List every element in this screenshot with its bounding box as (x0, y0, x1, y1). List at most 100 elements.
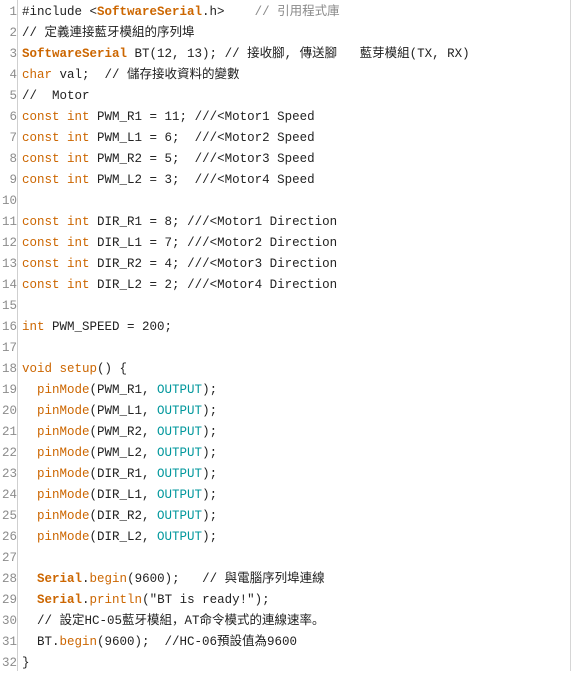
code-token: int (67, 257, 90, 271)
code-line[interactable]: 30 // 設定HC-05藍牙模組，AT命令模式的連線速率。 (0, 611, 571, 632)
code-line[interactable]: 1 #include <SoftwareSerial.h> // 引用程式庫 (0, 2, 571, 23)
code-token: (DIR_L2, (89, 530, 158, 544)
line-number: 25 (1, 509, 17, 523)
code-token: pinMode (37, 446, 90, 460)
code-token: (DIR_L1, (89, 488, 158, 502)
code-token: (DIR_R1, (89, 467, 158, 481)
code-line[interactable]: 11 const int DIR_R1 = 8; ///<Motor1 Direc… (0, 212, 571, 233)
code-line[interactable]: 7 const int PWM_L1 = 6; ///<Motor2 Speed (0, 128, 571, 149)
code-token: int (67, 215, 90, 229)
code-line[interactable]: 19 pinMode(PWM_R1, OUTPUT); (0, 380, 571, 401)
code-token: // 與電腦序列埠連線 (202, 572, 325, 586)
line-number: 26 (1, 530, 17, 544)
code-token: ); (202, 467, 218, 481)
code-line[interactable]: 3 SoftwareSerial BT(12, 13); // 接收腳, 傳送腳 … (0, 44, 571, 65)
code-token: (PWM_R2, (89, 425, 158, 439)
line-number: 29 (1, 593, 17, 607)
line-number: 20 (1, 404, 17, 418)
code-line[interactable]: 8 const int PWM_R2 = 5; ///<Motor3 Speed (0, 149, 571, 170)
code-token: // 接收腳, 傳送腳 藍芽模組(TX, RX) (224, 47, 470, 61)
code-text: const int DIR_R2 = 4; ///<Motor3 Directi… (22, 254, 337, 275)
code-token: (9600); (127, 572, 203, 586)
code-token: pinMode (37, 383, 90, 397)
code-line[interactable]: 4 char val; // 儲存接收資料的變數 (0, 65, 571, 86)
code-line[interactable]: 12 const int DIR_L1 = 7; ///<Motor2 Direc… (0, 233, 571, 254)
code-line[interactable]: 14 const int DIR_L2 = 2; ///<Motor4 Direc… (0, 275, 571, 296)
code-line[interactable]: 10 (0, 191, 571, 212)
code-token: pinMode (37, 530, 90, 544)
code-line[interactable]: 5 // Motor (0, 86, 571, 107)
line-number: 6 (9, 110, 17, 124)
line-number: 12 (1, 236, 17, 250)
code-text: char val; // 儲存接收資料的變數 (22, 65, 240, 86)
code-line[interactable]: 31 BT.begin(9600); //HC-06預設值為9600 (0, 632, 571, 653)
code-token: pinMode (37, 509, 90, 523)
code-token: char (22, 68, 53, 82)
code-editor[interactable]: 1 #include <SoftwareSerial.h> // 引用程式庫 2//… (0, 0, 571, 671)
code-text: const int PWM_R1 = 11; ///<Motor1 Speed (22, 107, 315, 128)
line-number: 24 (1, 488, 17, 502)
code-token: OUTPUT (157, 509, 203, 523)
code-text: // 設定HC-05藍牙模組，AT命令模式的連線速率。 (22, 611, 325, 632)
code-token: ); (202, 404, 218, 418)
code-text: pinMode(DIR_L1, OUTPUT); (22, 485, 217, 506)
code-text: const int PWM_L2 = 3; ///<Motor4 Speed (22, 170, 315, 191)
line-number: 3 (9, 47, 17, 61)
code-line[interactable]: 15 (0, 296, 571, 317)
code-text: #include <SoftwareSerial.h> // 引用程式庫 (22, 2, 340, 23)
code-token: ); (202, 383, 218, 397)
code-line[interactable]: 28 Serial.begin(9600); // 與電腦序列埠連線 (0, 569, 571, 590)
code-token: } (22, 656, 30, 670)
code-token: pinMode (37, 404, 90, 418)
code-token: BT(12, 13); (127, 47, 225, 61)
code-text: pinMode(PWM_L2, OUTPUT); (22, 443, 217, 464)
code-text: pinMode(DIR_L2, OUTPUT); (22, 527, 217, 548)
code-line[interactable]: 13 const int DIR_R2 = 4; ///<Motor3 Direc… (0, 254, 571, 275)
code-line[interactable]: 27 (0, 548, 571, 569)
code-text: const int PWM_L1 = 6; ///<Motor2 Speed (22, 128, 315, 149)
code-text: Serial.begin(9600); // 與電腦序列埠連線 (22, 569, 325, 590)
code-line[interactable]: 24 pinMode(DIR_L1, OUTPUT); (0, 485, 571, 506)
code-token: OUTPUT (157, 488, 203, 502)
code-token: (DIR_R2, (89, 509, 158, 523)
code-token: const (22, 278, 60, 292)
code-token: PWM_L1 = 6; ///<Motor2 Speed (89, 131, 315, 145)
code-token: OUTPUT (157, 383, 203, 397)
line-number: 21 (1, 425, 17, 439)
code-line[interactable]: 2 // 定義連接藍牙模組的序列埠 (0, 23, 571, 44)
code-token: const (22, 110, 60, 124)
code-line[interactable]: 9 const int PWM_L2 = 3; ///<Motor4 Speed (0, 170, 571, 191)
code-line[interactable]: 20 pinMode(PWM_L1, OUTPUT); (0, 401, 571, 422)
code-token: //HC-06預設值為9600 (164, 635, 298, 649)
code-token: OUTPUT (157, 446, 203, 460)
line-number: 5 (9, 89, 17, 103)
line-number: 27 (1, 551, 17, 565)
code-line[interactable]: 26 pinMode(DIR_L2, OUTPUT); (0, 527, 571, 548)
code-line[interactable]: 29 Serial.println("BT is ready!"); (0, 590, 571, 611)
code-token: (PWM_R1, (89, 383, 158, 397)
code-line[interactable]: 22 pinMode(PWM_L2, OUTPUT); (0, 443, 571, 464)
line-number: 4 (9, 68, 17, 82)
code-token: Serial (37, 572, 83, 586)
code-line[interactable]: 23 pinMode(DIR_R1, OUTPUT); (0, 464, 571, 485)
code-line[interactable]: 6 const int PWM_R1 = 11; ///<Motor1 Speed (0, 107, 571, 128)
code-line[interactable]: 17 (0, 338, 571, 359)
code-line[interactable]: 21 pinMode(PWM_R2, OUTPUT); (0, 422, 571, 443)
code-token: ); (202, 446, 218, 460)
code-line[interactable]: 16 int PWM_SPEED = 200; (0, 317, 571, 338)
code-line[interactable]: 18 void setup() { (0, 359, 571, 380)
code-line[interactable]: 25 pinMode(DIR_R2, OUTPUT); (0, 506, 571, 527)
code-token: OUTPUT (157, 425, 203, 439)
code-token: const (22, 152, 60, 166)
code-token: PWM_SPEED = 200; (44, 320, 173, 334)
code-text: const int DIR_L2 = 2; ///<Motor4 Directi… (22, 275, 337, 296)
